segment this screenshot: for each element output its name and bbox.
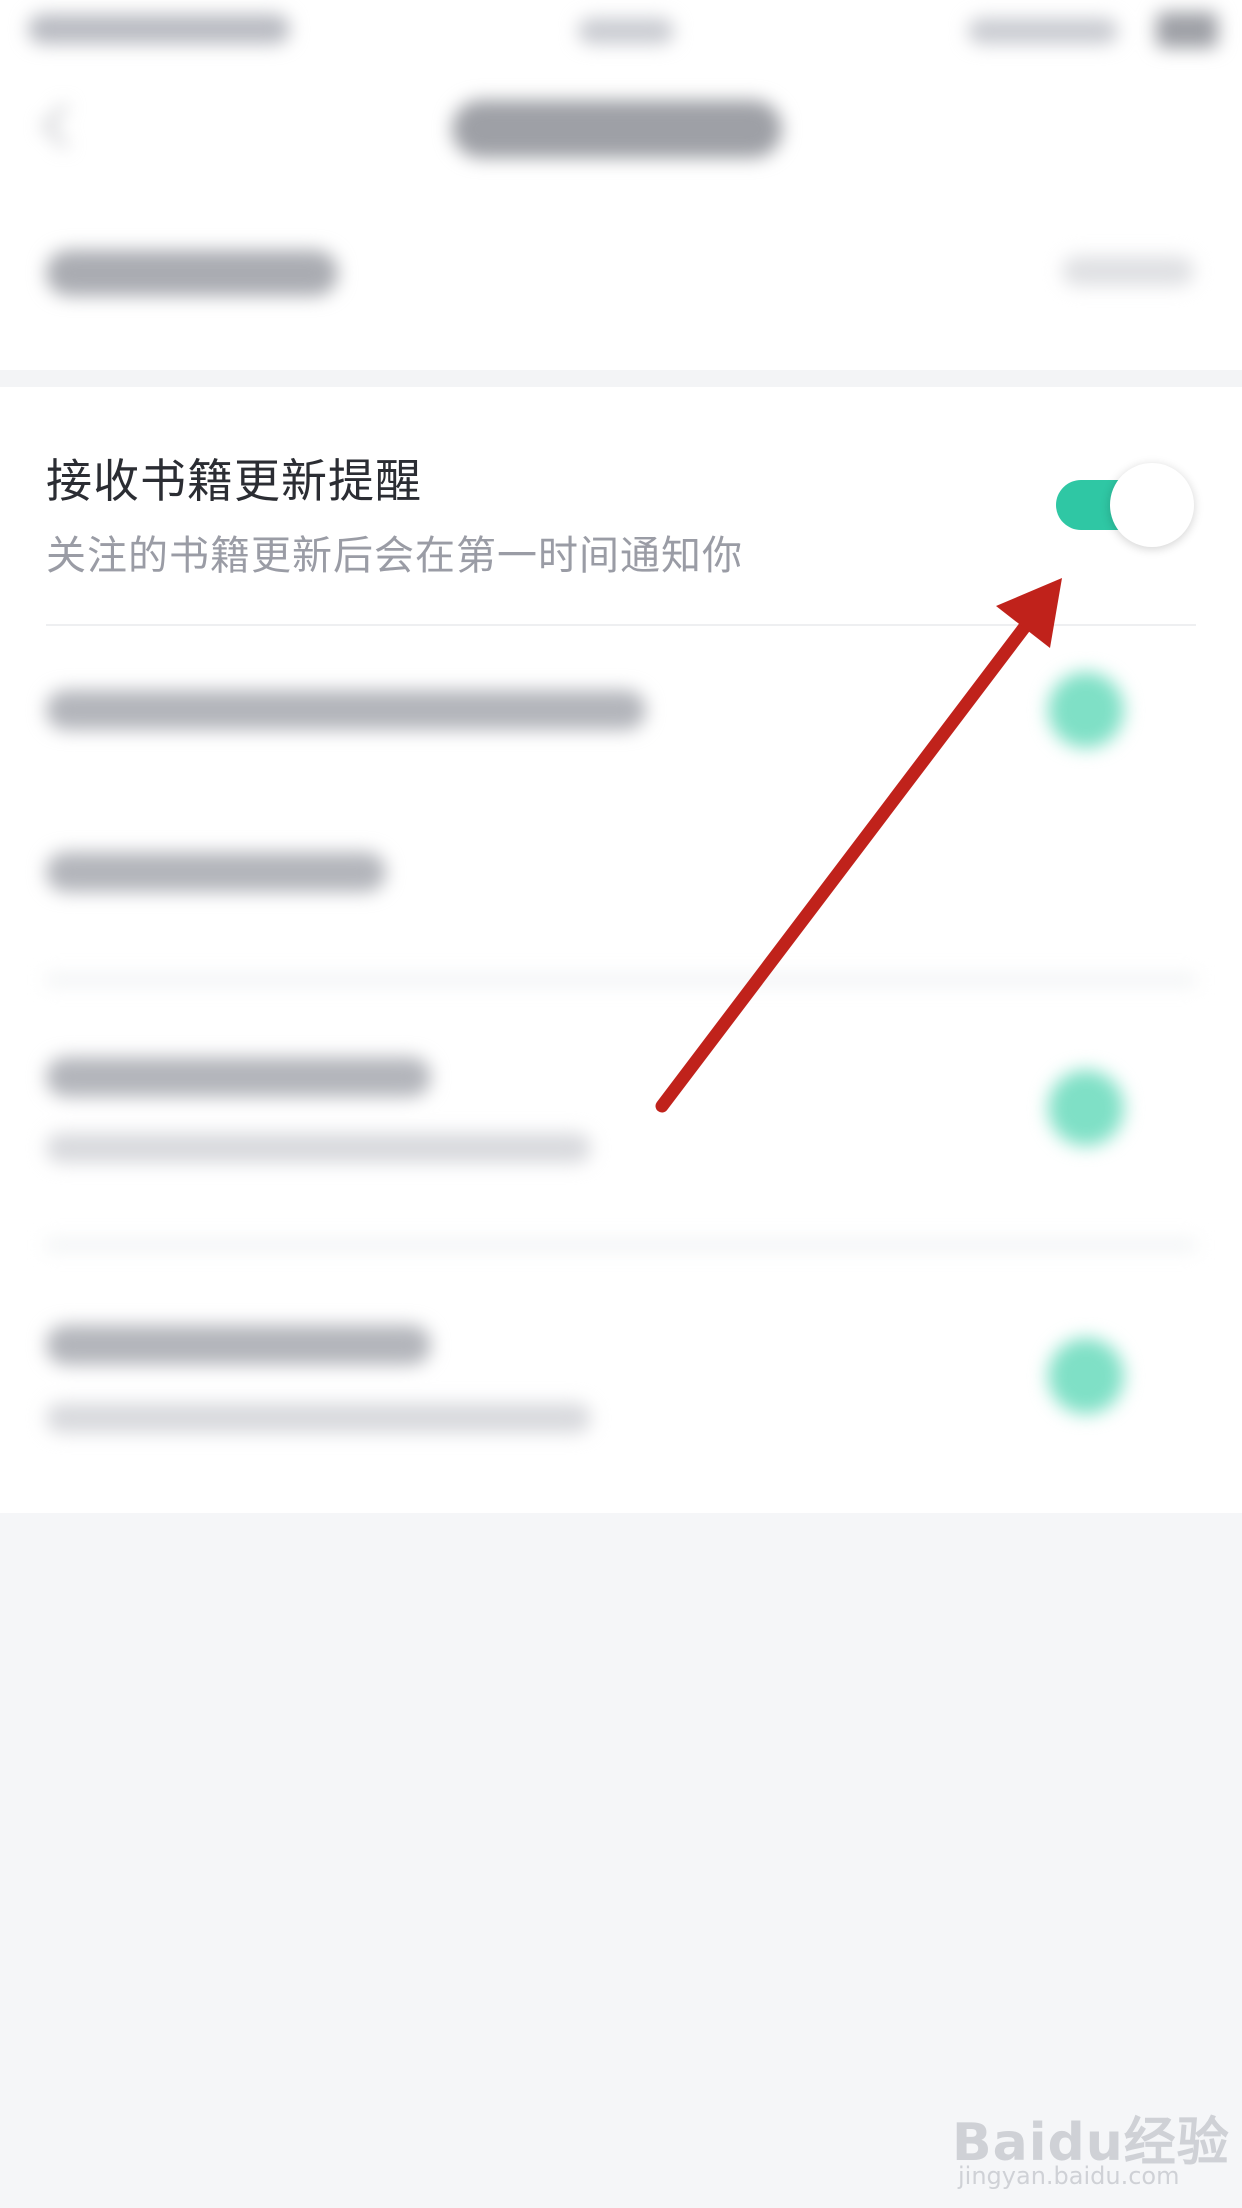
row-value	[1062, 256, 1194, 286]
row-title	[46, 1325, 431, 1365]
row-title	[46, 250, 338, 296]
watermark-url: jingyan.baidu.com	[958, 2162, 1180, 2190]
toggle-knob	[1110, 463, 1194, 547]
row-title	[46, 1057, 431, 1097]
divider	[46, 624, 1196, 626]
row-toggle[interactable]	[1048, 672, 1124, 748]
row-title	[46, 690, 646, 730]
row-toggle[interactable]	[1048, 1070, 1124, 1146]
row-divider	[46, 975, 1196, 985]
header-area	[0, 0, 1242, 387]
setting-subtitle: 关注的书籍更新后会在第一时间通知你	[46, 533, 743, 579]
page-title	[452, 100, 782, 158]
row-divider	[46, 1240, 1196, 1250]
battery-icon	[1156, 12, 1218, 48]
setting-title: 接收书籍更新提醒	[46, 454, 422, 508]
status-icons	[968, 18, 1118, 44]
section-gap	[0, 370, 1242, 388]
row-subtitle	[46, 1133, 591, 1163]
row-subtitle	[46, 1403, 591, 1433]
status-time	[28, 14, 290, 44]
row-title	[46, 852, 386, 892]
row-toggle[interactable]	[1048, 1338, 1124, 1414]
book-update-toggle[interactable]	[1056, 463, 1194, 547]
back-icon[interactable]	[41, 103, 87, 149]
status-center	[578, 18, 674, 44]
